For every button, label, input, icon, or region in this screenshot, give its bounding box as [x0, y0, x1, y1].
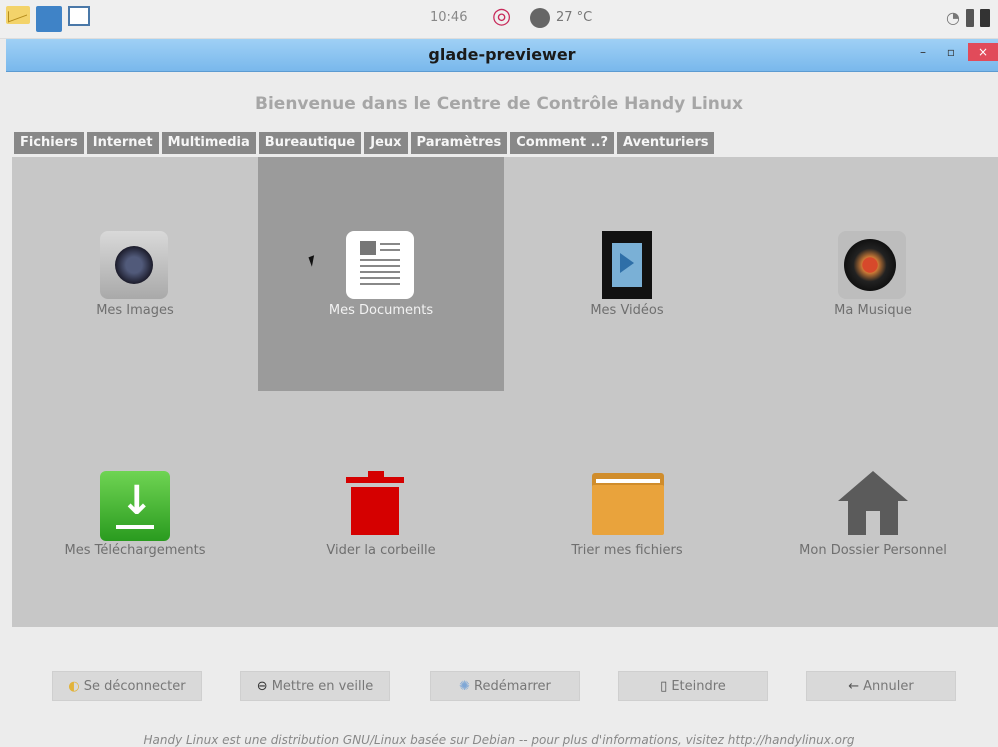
tile-label: Mon Dossier Personnel: [799, 543, 947, 558]
system-tray: ◔: [946, 8, 990, 27]
shutdown-label: Eteindre: [671, 678, 726, 694]
tile-label: Vider la corbeille: [326, 543, 436, 558]
launcher-grid: Mes Images Mes Documents Mes Vidéos Ma M…: [12, 157, 998, 627]
restart-label: Redémarrer: [474, 678, 551, 694]
battery-icon[interactable]: [966, 8, 974, 27]
tile-label: Mes Documents: [328, 303, 434, 318]
tile-dossier-personnel[interactable]: Mon Dossier Personnel: [750, 391, 996, 625]
wifi-icon[interactable]: ◔: [946, 8, 960, 27]
tile-label: Mes Vidéos: [590, 303, 664, 318]
logout-button[interactable]: ◐ Se déconnecter: [52, 671, 202, 701]
tile-vider-corbeille[interactable]: Vider la corbeille: [258, 391, 504, 625]
tile-ma-musique[interactable]: Ma Musique: [750, 157, 996, 391]
trash-icon: [346, 471, 406, 535]
tile-mes-documents[interactable]: Mes Documents: [258, 157, 504, 391]
tile-label: Mes Images: [96, 303, 174, 318]
welcome-heading: Bienvenue dans le Centre de Contrôle Han…: [255, 94, 743, 114]
panel-launchers: [6, 6, 90, 32]
tab-comment[interactable]: Comment ..?: [510, 132, 615, 154]
tile-label: Ma Musique: [834, 303, 912, 318]
tab-fichiers[interactable]: Fichiers: [14, 132, 84, 154]
clock[interactable]: 10:46: [430, 10, 467, 25]
minimize-button[interactable]: –: [912, 43, 934, 61]
download-icon: ↓: [100, 471, 170, 541]
category-tabs: Fichiers Internet Multimedia Bureautique…: [14, 132, 715, 154]
tab-aventuriers[interactable]: Aventuriers: [617, 132, 715, 154]
tile-trier-fichiers[interactable]: Trier mes fichiers: [504, 391, 750, 625]
window-title: glade-previewer: [428, 45, 576, 64]
sleep-label: Mettre en veille: [271, 678, 374, 694]
maximize-button[interactable]: ▫: [940, 43, 962, 61]
logout-label: Se déconnecter: [83, 678, 186, 694]
camera-icon: [100, 231, 168, 299]
tab-jeux[interactable]: Jeux: [364, 132, 408, 154]
power-icon: ▯: [660, 678, 668, 694]
tab-bureautique[interactable]: Bureautique: [258, 132, 362, 154]
document-icon: [346, 231, 414, 299]
tile-label: Trier mes fichiers: [571, 543, 683, 558]
tab-multimedia[interactable]: Multimedia: [161, 132, 256, 154]
tab-parametres[interactable]: Paramètres: [410, 132, 508, 154]
back-arrow-icon: ←: [848, 678, 860, 694]
tile-label: Mes Téléchargements: [64, 543, 206, 558]
window-controls: – ▫ ×: [912, 43, 998, 61]
sleep-icon: ⊖: [256, 678, 268, 694]
tab-internet[interactable]: Internet: [86, 132, 159, 154]
debian-icon[interactable]: ◎: [492, 6, 514, 28]
window-icon[interactable]: [68, 6, 90, 26]
home-icon: [838, 471, 908, 537]
restart-button[interactable]: ✺ Redémarrer: [430, 671, 580, 701]
weather-icon[interactable]: [530, 8, 550, 28]
window-titlebar[interactable]: glade-previewer – ▫ ×: [6, 39, 998, 72]
restart-icon: ✺: [459, 678, 471, 694]
tile-mes-images[interactable]: Mes Images: [12, 157, 258, 391]
app-icon[interactable]: [36, 6, 62, 32]
sleep-button[interactable]: ⊖ Mettre en veille: [240, 671, 390, 701]
film-icon: [592, 231, 664, 299]
top-panel: 10:46 ◎ 27 °C ◔: [0, 0, 998, 39]
temperature[interactable]: 27 °C: [556, 10, 592, 25]
vinyl-icon: [838, 231, 906, 299]
battery-icon[interactable]: [980, 8, 990, 27]
cancel-button[interactable]: ← Annuler: [806, 671, 956, 701]
tile-mes-videos[interactable]: Mes Vidéos: [504, 157, 750, 391]
footer-note: Handy Linux est une distribution GNU/Lin…: [143, 733, 855, 747]
shutdown-button[interactable]: ▯ Eteindre: [618, 671, 768, 701]
envelope-icon[interactable]: [6, 6, 30, 24]
cancel-label: Annuler: [863, 678, 914, 694]
tile-mes-telechargements[interactable]: ↓ Mes Téléchargements: [12, 391, 258, 625]
logout-icon: ◐: [68, 678, 80, 694]
close-button[interactable]: ×: [968, 43, 998, 61]
folder-icon: [592, 471, 664, 537]
